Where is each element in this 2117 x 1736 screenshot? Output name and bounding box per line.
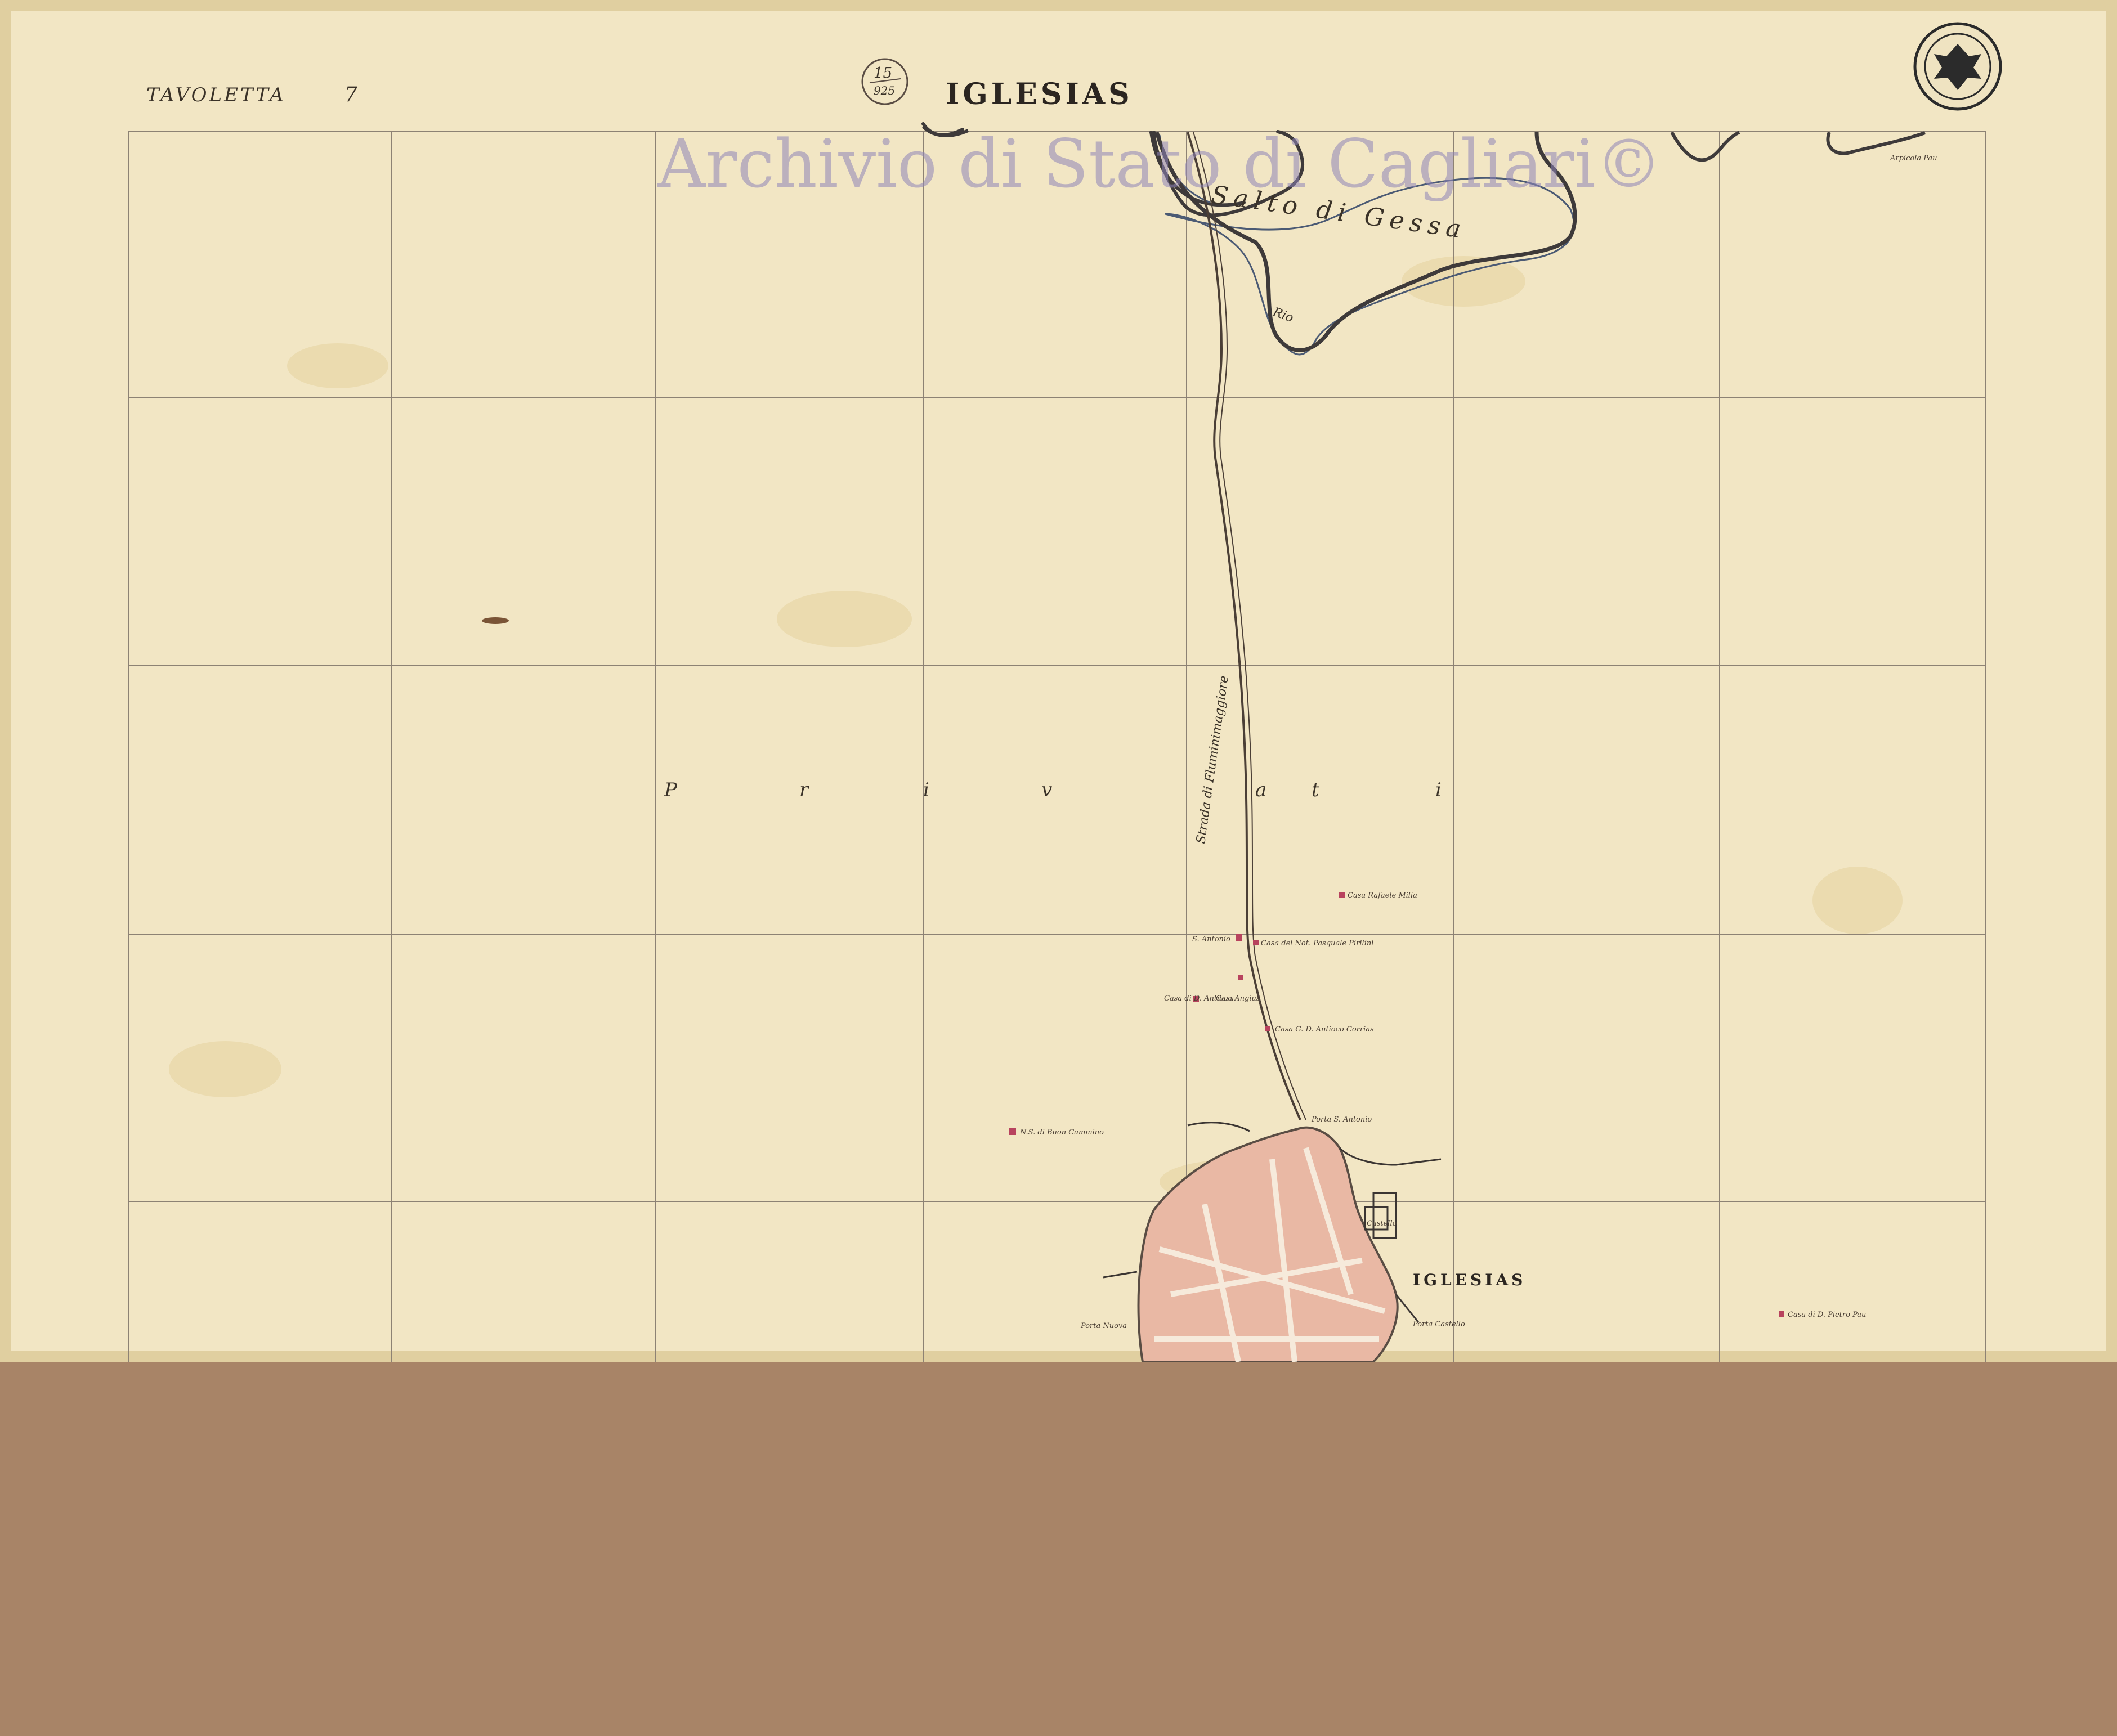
place-casa-rafaele-milia: Casa Rafaele Milia (1348, 891, 1417, 900)
privati-letter: v (1041, 779, 1052, 801)
bottom-mask (0, 1362, 2117, 1736)
privati-letter: t (1312, 779, 1319, 801)
map-title: IGLESIAS (946, 77, 1133, 111)
privati-letter: P (664, 779, 678, 801)
privati-letter: a (1255, 779, 1266, 801)
place-casa-antioco-corrias: Casa G. D. Antioco Corrias (1275, 1025, 1374, 1034)
privati-letter: r (799, 779, 809, 801)
ink-blot (482, 617, 509, 624)
inventory-mark-bottom: 925 (874, 84, 895, 97)
inventory-mark-top: 15 (874, 65, 892, 82)
privati-letter: i (1435, 779, 1442, 801)
place-s-antonio: S. Antonio (1192, 935, 1230, 944)
paper-background (0, 0, 2117, 1362)
place-porta-castello: Porta Castello (1412, 1320, 1465, 1329)
sheet-label: TAVOLETTA (146, 84, 286, 106)
place-casa-pietro-pau: Casa di D. Pietro Pau (1788, 1311, 1866, 1319)
privati-letter: i (923, 779, 929, 801)
place-arpicola-pau: Arpicola Pau (1890, 154, 1937, 163)
place-porta-nuova: Porta Nuova (1080, 1322, 1127, 1330)
archive-watermark: Archivio di Stato di Cagliari© (657, 125, 1662, 203)
place-iglesias-town: IGLESIAS (1413, 1271, 1526, 1289)
place-porta-s-antonio: Porta S. Antonio (1311, 1115, 1372, 1124)
place-ns-buon-cammino: N.S. di Buon Cammino (1019, 1128, 1104, 1137)
place-castello: Castello (1367, 1219, 1397, 1228)
archive-stamp-icon (1913, 22, 2002, 111)
place-casa-antioco-angius: Casa di D. Antioco Angius (1164, 994, 1260, 1003)
map-sheet: TAVOLETTA 7 15 925 IGLESIAS Salto di Ges… (0, 0, 2117, 1736)
sheet-number: 7 (344, 83, 357, 106)
place-casa-not-pasquale: Casa del Not. Pasquale Pirilini (1261, 939, 1373, 948)
